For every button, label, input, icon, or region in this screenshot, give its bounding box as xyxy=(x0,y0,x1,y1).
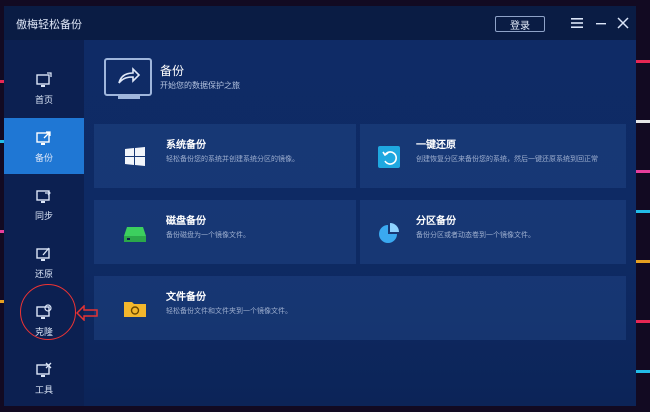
sidebar-item-label: 同步 xyxy=(34,211,53,222)
card-title: 一键还原 xyxy=(416,140,456,151)
sidebar-item-label: 首页 xyxy=(34,95,53,106)
sidebar-item-restore[interactable]: 还原 xyxy=(4,234,84,290)
disk-icon xyxy=(124,227,146,242)
sidebar-item-label: 备份 xyxy=(34,153,53,164)
sidebar-item-home[interactable]: 首页 xyxy=(4,60,84,116)
card-description: 轻松备份文件和文件夹到一个镜像文件。 xyxy=(166,307,292,315)
sync-icon xyxy=(36,189,51,203)
app-window: 傲梅轻松备份 登录 首页 备份 同步 还原 克隆 工具 备份 开始您的数据保护之… xyxy=(4,6,636,406)
page-subtitle: 开始您的数据保护之旅 xyxy=(160,81,240,90)
sidebar-item-label: 工具 xyxy=(34,385,53,396)
file-backup-card[interactable]: 文件备份 轻松备份文件和文件夹到一个镜像文件。 xyxy=(94,276,626,340)
restore-icon xyxy=(36,247,50,261)
sidebar: 首页 备份 同步 还原 克隆 工具 xyxy=(4,40,84,406)
menu-icon[interactable] xyxy=(570,16,584,30)
page-title: 备份 xyxy=(160,64,185,78)
login-button[interactable]: 登录 xyxy=(495,16,545,32)
sidebar-item-backup[interactable]: 备份 xyxy=(4,118,84,174)
windows-icon xyxy=(125,147,145,166)
card-description: 创建恢复分区来备份您的系统，然后一键还原系统到回正常 xyxy=(416,155,598,163)
card-title: 系统备份 xyxy=(166,140,206,151)
monitor-stand xyxy=(118,96,140,99)
minimize-icon[interactable] xyxy=(594,16,608,30)
card-description: 轻松备份您的系统并创建系统分区的镜像。 xyxy=(166,155,299,163)
annotation-circle xyxy=(20,284,76,340)
home-icon xyxy=(36,71,52,87)
system-backup-card[interactable]: 系统备份 轻松备份您的系统并创建系统分区的镜像。 xyxy=(94,124,356,188)
card-description: 备份磁盘为一个镜像文件。 xyxy=(166,231,250,239)
backup-icon xyxy=(36,130,51,145)
one-key-restore-card[interactable]: 一键还原 创建恢复分区来备份您的系统，然后一键还原系统到回正常 xyxy=(360,124,626,188)
disk-backup-card[interactable]: 磁盘备份 备份磁盘为一个镜像文件。 xyxy=(94,200,356,264)
partition-icon xyxy=(379,223,399,243)
restore-button-icon xyxy=(378,146,400,168)
tools-icon xyxy=(36,362,52,377)
card-title: 文件备份 xyxy=(166,292,206,303)
app-title: 傲梅轻松备份 xyxy=(16,18,82,31)
main-panel: 备份 开始您的数据保护之旅 系统备份 轻松备份您的系统并创建系统分区的镜像。 一… xyxy=(84,40,636,406)
card-description: 备份分区或者动态卷到一个镜像文件。 xyxy=(416,231,535,239)
folder-icon xyxy=(124,302,146,317)
sidebar-item-sync[interactable]: 同步 xyxy=(4,176,84,232)
annotation-arrow-icon xyxy=(76,305,98,321)
card-title: 磁盘备份 xyxy=(166,216,206,227)
card-title: 分区备份 xyxy=(416,216,456,227)
title-bar: 傲梅轻松备份 登录 xyxy=(4,6,636,40)
sidebar-item-tools[interactable]: 工具 xyxy=(4,350,84,406)
close-icon[interactable] xyxy=(616,16,630,30)
backup-monitor-icon xyxy=(104,58,152,96)
sidebar-item-label: 还原 xyxy=(34,269,53,280)
partition-backup-card[interactable]: 分区备份 备份分区或者动态卷到一个镜像文件。 xyxy=(360,200,626,264)
